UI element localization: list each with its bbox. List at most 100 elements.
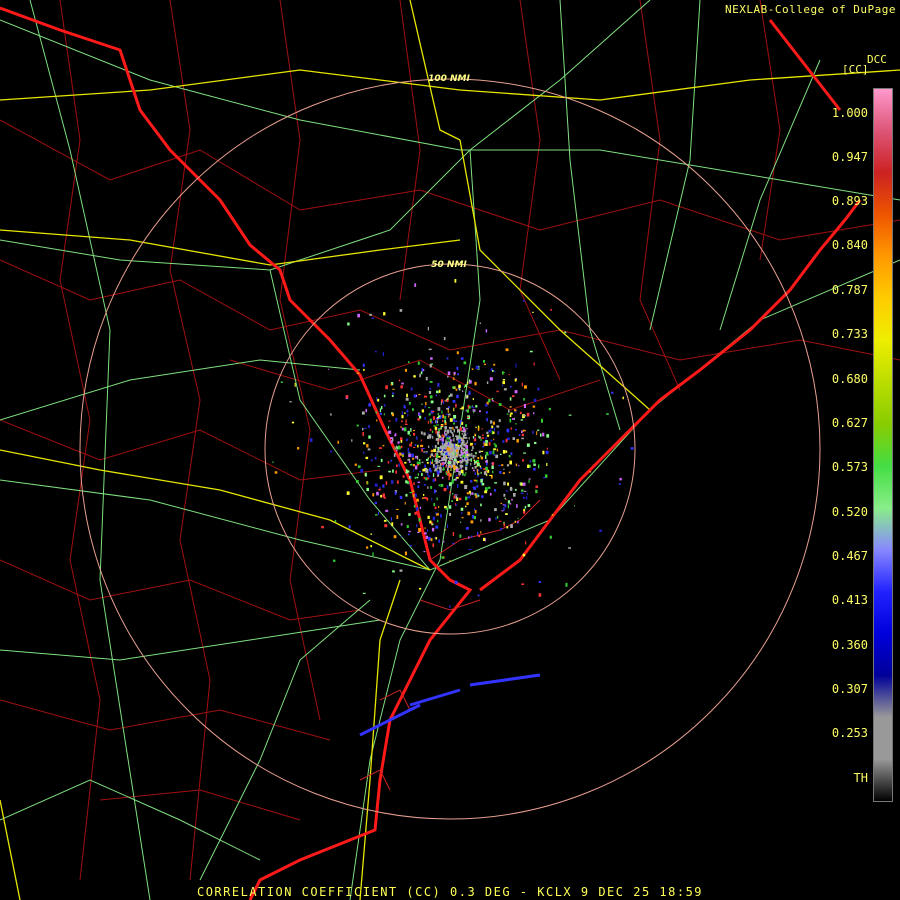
echo-speck bbox=[394, 491, 397, 495]
echo-speck bbox=[453, 495, 456, 499]
echo-speck bbox=[433, 425, 436, 427]
echo-speck bbox=[466, 432, 469, 435]
ring-label-100: 100 NMI bbox=[428, 74, 470, 84]
echo-speck bbox=[473, 479, 477, 482]
echo-speck bbox=[460, 437, 463, 440]
echo-speck bbox=[442, 541, 445, 543]
echo-speck bbox=[476, 469, 479, 473]
scale-tick: 0.733 bbox=[831, 327, 868, 341]
echo-speck bbox=[465, 496, 468, 501]
echo-speck bbox=[484, 403, 488, 407]
echo-speck bbox=[485, 487, 488, 491]
echo-speck bbox=[504, 504, 507, 508]
echo-speck bbox=[480, 519, 482, 522]
echo-speck bbox=[484, 490, 488, 494]
echo-speck bbox=[351, 439, 353, 442]
echo-speck bbox=[430, 486, 433, 489]
echo-speck bbox=[408, 513, 411, 516]
echo-speck bbox=[483, 363, 486, 366]
echo-speck bbox=[449, 448, 452, 453]
echo-speck bbox=[405, 480, 408, 484]
echo-speck bbox=[435, 394, 437, 397]
echo-speck bbox=[523, 452, 526, 454]
echo-speck bbox=[448, 482, 452, 486]
echo-speck bbox=[446, 357, 449, 360]
echo-speck bbox=[452, 493, 454, 495]
echo-speck bbox=[442, 419, 444, 422]
echo-speck bbox=[447, 461, 451, 465]
echo-speck bbox=[380, 406, 383, 410]
echo-speck bbox=[445, 445, 449, 448]
echo-speck bbox=[429, 387, 432, 390]
echo-speck bbox=[374, 456, 377, 460]
echo-speck bbox=[512, 395, 515, 398]
echo-speck bbox=[606, 413, 609, 415]
echo-speck bbox=[477, 473, 479, 475]
echo-speck bbox=[404, 461, 407, 464]
echo-speck bbox=[468, 437, 470, 440]
echo-speck bbox=[458, 497, 462, 501]
echo-speck bbox=[483, 442, 485, 447]
echo-speck bbox=[390, 517, 392, 521]
echo-speck bbox=[436, 459, 439, 462]
echo-speck bbox=[418, 517, 421, 522]
echo-speck bbox=[542, 450, 545, 455]
echo-speck bbox=[520, 419, 524, 421]
echo-speck bbox=[455, 403, 457, 408]
echo-speck bbox=[488, 429, 492, 433]
echo-speck bbox=[538, 593, 542, 597]
echo-speck bbox=[475, 452, 477, 455]
echo-speck bbox=[417, 444, 419, 448]
echo-speck bbox=[485, 436, 487, 440]
echo-speck bbox=[480, 503, 482, 507]
echo-speck bbox=[419, 587, 422, 590]
echo-speck bbox=[463, 385, 465, 389]
echo-speck bbox=[471, 406, 475, 409]
echo-speck bbox=[528, 478, 531, 480]
echo-speck bbox=[467, 511, 471, 516]
echo-speck bbox=[499, 453, 502, 455]
echo-speck bbox=[478, 450, 481, 453]
echo-speck bbox=[366, 444, 369, 448]
echo-speck bbox=[431, 498, 433, 501]
echo-speck bbox=[454, 494, 458, 496]
echo-speck bbox=[437, 442, 439, 444]
echo-speck bbox=[514, 488, 517, 491]
echo-speck bbox=[505, 490, 508, 492]
echo-speck bbox=[417, 473, 419, 476]
echo-speck bbox=[465, 424, 468, 427]
echo-speck bbox=[516, 439, 519, 443]
echo-speck bbox=[379, 447, 382, 449]
echo-speck bbox=[397, 441, 400, 444]
scale-tick: TH bbox=[853, 771, 868, 785]
echo-speck bbox=[453, 377, 455, 381]
echo-speck bbox=[403, 427, 407, 432]
echo-speck bbox=[401, 535, 403, 537]
echo-speck bbox=[440, 484, 444, 487]
echo-speck bbox=[422, 448, 425, 450]
echo-speck bbox=[453, 465, 456, 470]
echo-speck bbox=[474, 434, 477, 436]
echo-speck bbox=[406, 409, 409, 413]
echo-speck bbox=[499, 471, 502, 474]
echo-speck bbox=[445, 465, 447, 468]
echo-speck bbox=[441, 446, 443, 449]
echo-speck bbox=[416, 455, 419, 460]
echo-speck bbox=[509, 414, 512, 417]
echo-speck bbox=[404, 501, 406, 505]
ring-label-50: 50 NMI bbox=[431, 260, 467, 270]
echo-speck bbox=[449, 453, 453, 458]
echo-speck bbox=[321, 525, 324, 529]
echo-speck bbox=[446, 485, 449, 489]
echo-speck bbox=[438, 505, 440, 509]
echo-speck bbox=[430, 460, 432, 465]
echo-speck bbox=[413, 432, 416, 436]
echo-speck bbox=[399, 495, 403, 499]
echo-speck bbox=[507, 482, 509, 486]
scale-tick: 0.573 bbox=[831, 460, 868, 474]
echo-speck bbox=[502, 472, 505, 475]
echo-speck bbox=[444, 429, 447, 433]
echo-speck bbox=[485, 329, 488, 333]
echo-speck bbox=[432, 473, 435, 477]
echo-speck bbox=[429, 520, 432, 524]
